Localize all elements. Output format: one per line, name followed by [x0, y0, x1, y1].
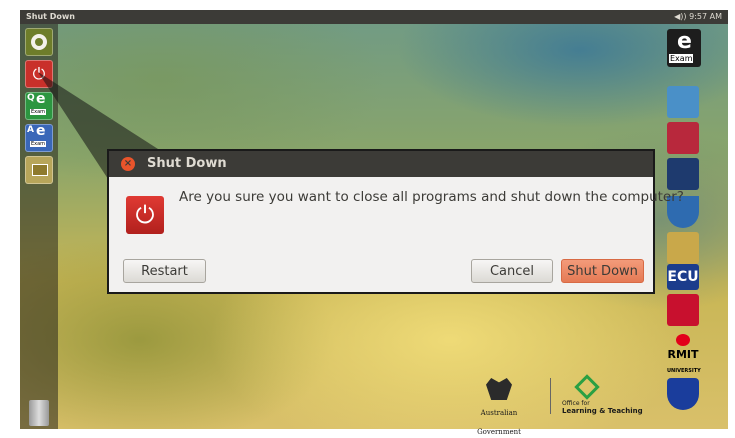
coat-of-arms-icon — [486, 378, 512, 400]
a-exam-launcher-button[interactable]: A e Exam — [25, 123, 53, 152]
exam-e-icon: e — [36, 91, 46, 107]
files-icon — [32, 164, 48, 176]
uni-logo-3 — [667, 158, 699, 190]
rmit-name: RMIT — [667, 348, 699, 361]
ubuntu-logo-icon — [31, 34, 47, 50]
restart-button[interactable]: Restart — [123, 259, 206, 283]
shutdown-button[interactable]: Shut Down — [561, 259, 644, 283]
dialog-message: Are you sure you want to close all progr… — [179, 189, 684, 205]
speaker-icon[interactable]: ◀)) — [674, 12, 686, 21]
olt-prefix: Office for — [562, 400, 590, 407]
cancel-button[interactable]: Cancel — [471, 259, 553, 283]
gov-label: Australian Government — [477, 409, 521, 436]
q-exam-launcher-button[interactable]: Q e Exam — [25, 91, 53, 120]
a-tag: A — [27, 125, 34, 135]
exam-logo-letter: e — [677, 29, 692, 54]
rmit-sub: UNIVERSITY — [667, 368, 701, 374]
power-icon: ⏻ — [126, 196, 164, 234]
ecu-logo: ECU — [667, 264, 699, 290]
rmit-logo: RMIT UNIVERSITY — [667, 334, 701, 374]
uni-logo-9 — [667, 378, 699, 410]
exam-label: Exam — [30, 141, 47, 147]
footer-divider — [550, 378, 551, 414]
close-icon[interactable]: × — [121, 157, 135, 171]
trash-launcher-button[interactable] — [29, 400, 49, 426]
uni-logo-1 — [667, 86, 699, 118]
shutdown-dialog: × Shut Down ⏻ Are you sure you want to c… — [107, 149, 684, 294]
uni-logo-7 — [667, 294, 699, 326]
panel-indicators[interactable]: ◀)) 9:57 AM — [674, 10, 722, 24]
top-panel: Shut Down ◀)) 9:57 AM — [20, 10, 728, 24]
olt-name: Learning & Teaching — [562, 407, 643, 415]
exam-logo-word: Exam — [669, 54, 694, 63]
exam-e-icon: e — [36, 123, 46, 139]
rmit-dot-icon — [676, 334, 690, 346]
exam-label: Exam — [30, 109, 47, 115]
ubuntu-home-button[interactable] — [25, 28, 53, 56]
australian-government-logo: Australian Government — [458, 378, 540, 438]
uni-logo-5 — [667, 232, 699, 264]
exam-logo: e Exam — [667, 29, 701, 67]
dialog-title: Shut Down — [147, 156, 227, 171]
active-window-title: Shut Down — [26, 12, 75, 21]
q-tag: Q — [27, 93, 35, 103]
uni-logo-2 — [667, 122, 699, 154]
clock[interactable]: 9:57 AM — [689, 12, 722, 21]
files-launcher-button[interactable] — [25, 156, 53, 184]
dialog-titlebar[interactable]: × Shut Down — [109, 151, 653, 177]
